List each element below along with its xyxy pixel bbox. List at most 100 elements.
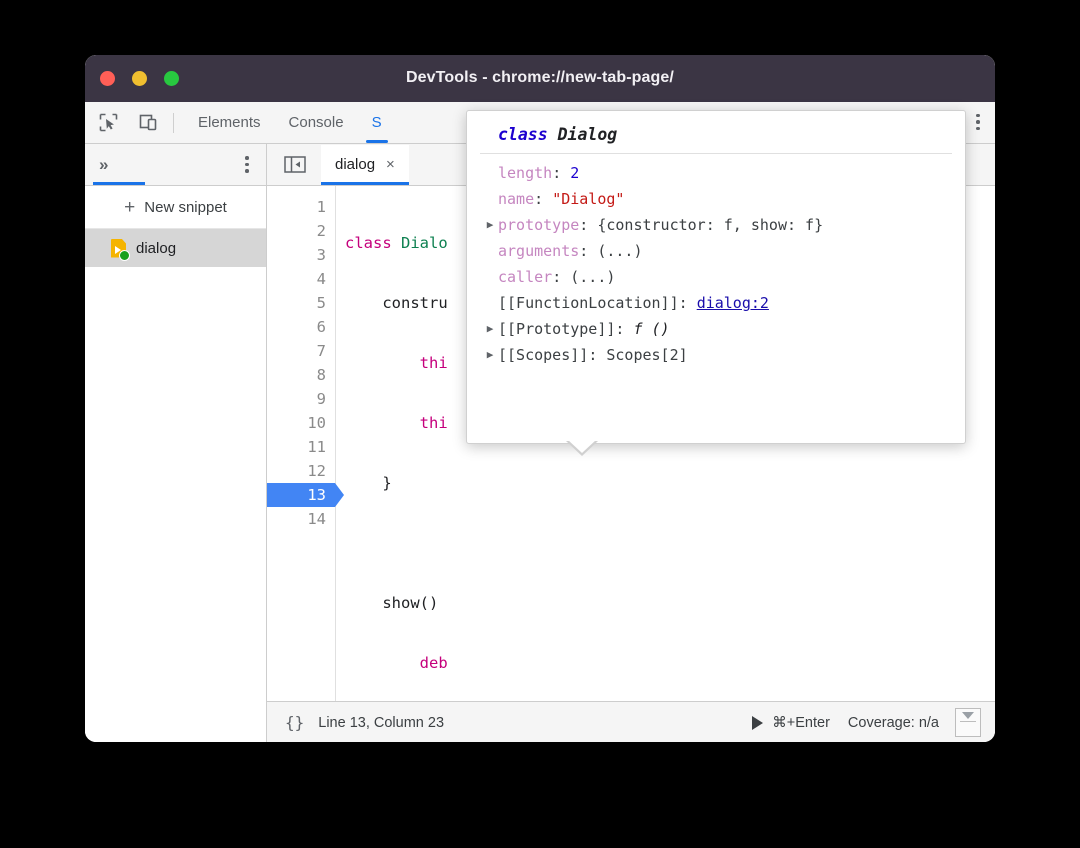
pretty-print-icon[interactable]: {} bbox=[267, 713, 318, 732]
property-separator: : bbox=[552, 160, 570, 186]
kebab-menu-icon[interactable] bbox=[967, 110, 989, 134]
token-class-name: Dialo bbox=[401, 234, 448, 252]
toolbar-divider bbox=[173, 113, 174, 133]
list-item: ▶[[Prototype]]: f () bbox=[467, 316, 965, 342]
property-name: prototype bbox=[498, 212, 579, 238]
property-value: 2 bbox=[570, 160, 579, 186]
property-name: arguments bbox=[498, 238, 579, 264]
property-value: (...) bbox=[597, 238, 642, 264]
line-number[interactable]: 6 bbox=[267, 315, 335, 339]
token-this: thi bbox=[420, 414, 448, 432]
code-line: } bbox=[336, 471, 995, 495]
line-number[interactable]: 10 bbox=[267, 411, 335, 435]
list-item: ▶length: 2 bbox=[467, 160, 965, 186]
object-preview-popup: class Dialog ▶length: 2 ▶name: "Dialog" … bbox=[466, 110, 966, 444]
play-icon bbox=[752, 716, 763, 730]
cursor-position: Line 13, Column 23 bbox=[318, 715, 444, 731]
line-number[interactable]: 3 bbox=[267, 243, 335, 267]
line-number[interactable]: 12 bbox=[267, 459, 335, 483]
property-separator: : bbox=[579, 212, 597, 238]
line-number-current[interactable]: 13 bbox=[267, 483, 335, 507]
list-item[interactable]: dialog bbox=[85, 229, 266, 267]
property-value: f () bbox=[633, 316, 669, 342]
token-brace: } bbox=[382, 474, 391, 492]
line-number[interactable]: 5 bbox=[267, 291, 335, 315]
line-number[interactable]: 11 bbox=[267, 435, 335, 459]
property-value: "Dialog" bbox=[552, 186, 624, 212]
list-item: ▶[[Scopes]]: Scopes[2] bbox=[467, 342, 965, 368]
plus-icon: + bbox=[124, 198, 135, 217]
popup-title: class Dialog bbox=[467, 111, 965, 153]
more-options-icon[interactable] bbox=[955, 708, 981, 737]
token-method: show() bbox=[382, 594, 438, 612]
editor-tab-label: dialog bbox=[335, 156, 375, 173]
property-name: caller bbox=[498, 264, 552, 290]
line-number[interactable]: 4 bbox=[267, 267, 335, 291]
coverage-status: Coverage: n/a bbox=[848, 715, 939, 731]
code-line: deb bbox=[336, 651, 995, 675]
tab-console[interactable]: Console bbox=[275, 103, 358, 143]
window-title: DevTools - chrome://new-tab-page/ bbox=[85, 69, 995, 87]
property-value: {constructor: f, show: f} bbox=[597, 212, 823, 238]
line-number[interactable]: 2 bbox=[267, 219, 335, 243]
twisty-icon[interactable]: ▶ bbox=[482, 316, 498, 342]
property-separator: : bbox=[679, 290, 697, 316]
token-keyword: class bbox=[345, 234, 392, 252]
twisty-icon[interactable]: ▶ bbox=[482, 212, 498, 238]
property-value: Scopes[2] bbox=[606, 342, 687, 368]
snippet-file-icon bbox=[111, 239, 126, 258]
navigator-header: » bbox=[85, 144, 266, 186]
new-snippet-button[interactable]: + New snippet bbox=[85, 186, 266, 229]
property-separator: : bbox=[579, 238, 597, 264]
snippets-navigator: » + New snippet dialog bbox=[85, 144, 267, 742]
property-separator: : bbox=[534, 186, 552, 212]
token-debugger: deb bbox=[420, 654, 448, 672]
token-method: constru bbox=[382, 294, 447, 312]
editor-status-bar: {} Line 13, Column 23 ⌘+Enter Coverage: … bbox=[267, 701, 995, 742]
run-shortcut-label: ⌘+Enter bbox=[772, 715, 830, 731]
tab-elements[interactable]: Elements bbox=[184, 103, 275, 143]
property-name: length bbox=[498, 160, 552, 186]
line-number[interactable]: 9 bbox=[267, 387, 335, 411]
property-separator: : bbox=[588, 342, 606, 368]
line-number-gutter[interactable]: 1 2 3 4 5 6 7 8 9 10 11 12 13 14 bbox=[267, 186, 336, 701]
code-line bbox=[336, 531, 995, 555]
property-name: name bbox=[498, 186, 534, 212]
new-snippet-label: New snippet bbox=[144, 199, 227, 216]
line-number[interactable]: 14 bbox=[267, 507, 335, 531]
popup-title-name: Dialog bbox=[558, 125, 618, 144]
window-titlebar: DevTools - chrome://new-tab-page/ bbox=[85, 55, 995, 102]
token-this: thi bbox=[420, 354, 448, 372]
property-name: [[Prototype]] bbox=[498, 316, 615, 342]
line-number[interactable]: 1 bbox=[267, 195, 335, 219]
list-item: ▶caller: (...) bbox=[467, 264, 965, 290]
expand-navigator-icon[interactable]: » bbox=[99, 155, 106, 175]
device-toolbar-icon[interactable] bbox=[131, 108, 165, 138]
editor-tab-dialog[interactable]: dialog × bbox=[321, 145, 409, 185]
property-separator: : bbox=[552, 264, 570, 290]
run-snippet-button[interactable]: ⌘+Enter bbox=[752, 715, 830, 731]
popup-arrow bbox=[568, 440, 596, 453]
function-location-link[interactable]: dialog:2 bbox=[697, 290, 769, 316]
popup-title-keyword: class bbox=[498, 125, 548, 144]
navigator-more-icon[interactable] bbox=[236, 153, 258, 177]
twisty-icon[interactable]: ▶ bbox=[482, 342, 498, 368]
snippet-label: dialog bbox=[136, 240, 176, 257]
list-item: ▶arguments: (...) bbox=[467, 238, 965, 264]
popup-property-list: ▶length: 2 ▶name: "Dialog" ▶prototype: {… bbox=[467, 154, 965, 368]
screen: DevTools - chrome://new-tab-page/ Elemen… bbox=[0, 0, 1080, 848]
list-item: ▶name: "Dialog" bbox=[467, 186, 965, 212]
show-navigator-icon[interactable] bbox=[281, 155, 309, 175]
inspect-cursor-icon[interactable] bbox=[91, 108, 125, 138]
property-separator: : bbox=[615, 316, 633, 342]
tab-sources[interactable]: S bbox=[358, 103, 396, 143]
code-line: show() bbox=[336, 591, 995, 615]
property-name: [[Scopes]] bbox=[498, 342, 588, 368]
list-item: ▶[[FunctionLocation]]: dialog:2 bbox=[467, 290, 965, 316]
line-number[interactable]: 7 bbox=[267, 339, 335, 363]
property-name: [[FunctionLocation]] bbox=[498, 290, 679, 316]
close-icon[interactable]: × bbox=[386, 156, 395, 173]
line-number[interactable]: 8 bbox=[267, 363, 335, 387]
list-item: ▶prototype: {constructor: f, show: f} bbox=[467, 212, 965, 238]
property-value: (...) bbox=[570, 264, 615, 290]
